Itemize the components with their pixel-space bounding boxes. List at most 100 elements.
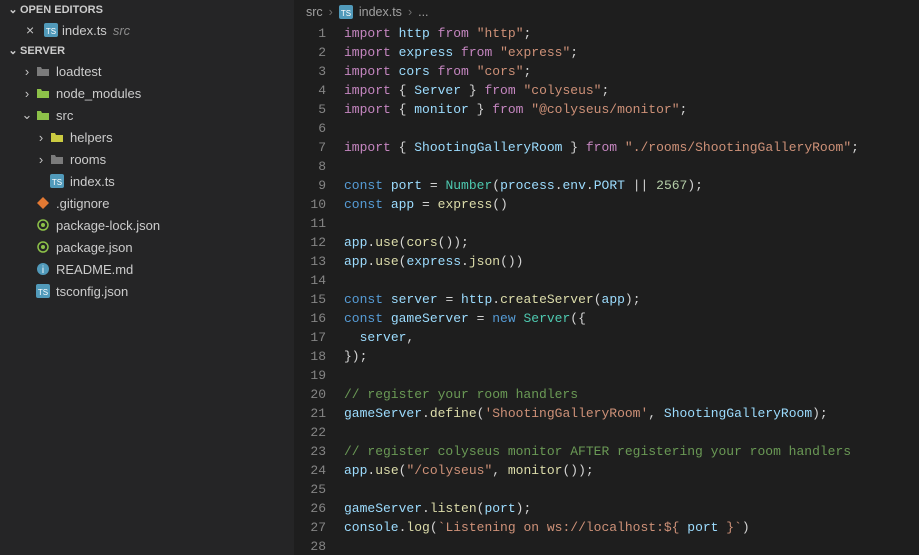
- chevron-right-icon: ›: [20, 64, 34, 79]
- code-line[interactable]: [344, 480, 919, 499]
- line-number: 28: [294, 537, 326, 555]
- code-line[interactable]: app.use(cors());: [344, 233, 919, 252]
- tree-item-label: rooms: [70, 152, 106, 167]
- line-number: 5: [294, 100, 326, 119]
- tree-item-label: loadtest: [56, 64, 102, 79]
- code-line[interactable]: console.log(`Listening on ws://localhost…: [344, 518, 919, 537]
- line-number: 15: [294, 290, 326, 309]
- code-line[interactable]: // register colyseus monitor AFTER regis…: [344, 442, 919, 461]
- tree-item-loadtest[interactable]: › loadtest: [0, 60, 294, 82]
- line-number: 13: [294, 252, 326, 271]
- tree-item-label: package.json: [56, 240, 133, 255]
- tree-item-helpers[interactable]: ›helpers: [0, 126, 294, 148]
- tree-item-label: package-lock.json: [56, 218, 160, 233]
- chevron-right-icon: ›: [408, 5, 412, 19]
- code-line[interactable]: import { ShootingGalleryRoom } from "./r…: [344, 138, 919, 157]
- tree-item-package-lock-json[interactable]: package-lock.json: [0, 214, 294, 236]
- explorer-header[interactable]: ⌄ SERVER: [0, 41, 294, 60]
- breadcrumb-part[interactable]: src: [306, 5, 323, 19]
- ts-icon: TS: [339, 5, 353, 19]
- code-line[interactable]: [344, 214, 919, 233]
- svg-text:i: i: [42, 265, 44, 276]
- code-content[interactable]: import http from "http";import express f…: [344, 24, 919, 555]
- editor-area: src › TS index.ts › ... 1234567891011121…: [294, 0, 919, 555]
- line-number: 18: [294, 347, 326, 366]
- code-line[interactable]: [344, 271, 919, 290]
- tree-item-label: node_modules: [56, 86, 141, 101]
- tree-item-label: README.md: [56, 262, 133, 277]
- code-editor[interactable]: 1234567891011121314151617181920212223242…: [294, 24, 919, 555]
- line-number: 17: [294, 328, 326, 347]
- chevron-right-icon: ›: [20, 86, 34, 101]
- close-icon[interactable]: ×: [26, 22, 44, 38]
- code-line[interactable]: import { Server } from "colyseus";: [344, 81, 919, 100]
- folder-icon: [34, 64, 52, 78]
- code-line[interactable]: const server = http.createServer(app);: [344, 290, 919, 309]
- code-line[interactable]: [344, 157, 919, 176]
- code-line[interactable]: [344, 423, 919, 442]
- line-number: 23: [294, 442, 326, 461]
- svg-text:TS: TS: [38, 288, 48, 297]
- code-line[interactable]: app.use("/colyseus", monitor());: [344, 461, 919, 480]
- code-line[interactable]: server,: [344, 328, 919, 347]
- code-line[interactable]: gameServer.define('ShootingGalleryRoom',…: [344, 404, 919, 423]
- ts-icon: TS: [34, 284, 52, 298]
- open-editor-item[interactable]: × TS index.ts src: [0, 19, 294, 41]
- code-line[interactable]: gameServer.listen(port);: [344, 499, 919, 518]
- code-line[interactable]: [344, 537, 919, 555]
- npm-icon: [34, 240, 52, 254]
- line-number: 22: [294, 423, 326, 442]
- code-line[interactable]: app.use(express.json()): [344, 252, 919, 271]
- tree-item-src[interactable]: ⌄src: [0, 104, 294, 126]
- line-number: 12: [294, 233, 326, 252]
- tree-item-index-ts[interactable]: TS index.ts: [0, 170, 294, 192]
- tree-item-readme-md[interactable]: i README.md: [0, 258, 294, 280]
- line-number: 7: [294, 138, 326, 157]
- line-number: 3: [294, 62, 326, 81]
- git-icon: [34, 196, 52, 210]
- code-line[interactable]: });: [344, 347, 919, 366]
- code-line[interactable]: // register your room handlers: [344, 385, 919, 404]
- code-line[interactable]: [344, 119, 919, 138]
- info-icon: i: [34, 262, 52, 276]
- open-editors-header[interactable]: ⌄ OPEN EDITORS: [0, 0, 294, 19]
- ts-icon: TS: [44, 23, 58, 37]
- svg-text:TS: TS: [341, 9, 351, 18]
- tree-item-tsconfig-json[interactable]: TS tsconfig.json: [0, 280, 294, 302]
- chevron-down-icon: ⌄: [6, 44, 20, 57]
- code-line[interactable]: import { monitor } from "@colyseus/monit…: [344, 100, 919, 119]
- tree-item-label: index.ts: [70, 174, 115, 189]
- line-number: 24: [294, 461, 326, 480]
- breadcrumb-part[interactable]: index.ts: [359, 5, 402, 19]
- code-line[interactable]: import express from "express";: [344, 43, 919, 62]
- line-number: 8: [294, 157, 326, 176]
- tree-item-package-json[interactable]: package.json: [0, 236, 294, 258]
- tree-item-label: tsconfig.json: [56, 284, 128, 299]
- code-line[interactable]: import http from "http";: [344, 24, 919, 43]
- code-line[interactable]: [344, 366, 919, 385]
- tree-item--gitignore[interactable]: .gitignore: [0, 192, 294, 214]
- folder-helpers-icon: [48, 130, 66, 144]
- folder-src-icon: [34, 108, 52, 122]
- line-number: 9: [294, 176, 326, 195]
- code-line[interactable]: const app = express(): [344, 195, 919, 214]
- line-number: 1: [294, 24, 326, 43]
- svg-text:TS: TS: [46, 27, 56, 36]
- npm-icon: [34, 218, 52, 232]
- breadcrumb-part[interactable]: ...: [418, 5, 428, 19]
- line-number: 10: [294, 195, 326, 214]
- folder-icon: [48, 152, 66, 166]
- sidebar: ⌄ OPEN EDITORS × TS index.ts src ⌄ SERVE…: [0, 0, 294, 555]
- ts-icon: TS: [48, 174, 66, 188]
- tree-item-node-modules[interactable]: › node_modules: [0, 82, 294, 104]
- line-number: 14: [294, 271, 326, 290]
- chevron-right-icon: ›: [34, 130, 48, 145]
- code-line[interactable]: import cors from "cors";: [344, 62, 919, 81]
- chevron-down-icon: ⌄: [20, 107, 34, 123]
- breadcrumb[interactable]: src › TS index.ts › ...: [294, 0, 919, 24]
- svg-text:TS: TS: [52, 178, 62, 187]
- code-line[interactable]: const gameServer = new Server({: [344, 309, 919, 328]
- code-line[interactable]: const port = Number(process.env.PORT || …: [344, 176, 919, 195]
- chevron-right-icon: ›: [34, 152, 48, 167]
- tree-item-rooms[interactable]: › rooms: [0, 148, 294, 170]
